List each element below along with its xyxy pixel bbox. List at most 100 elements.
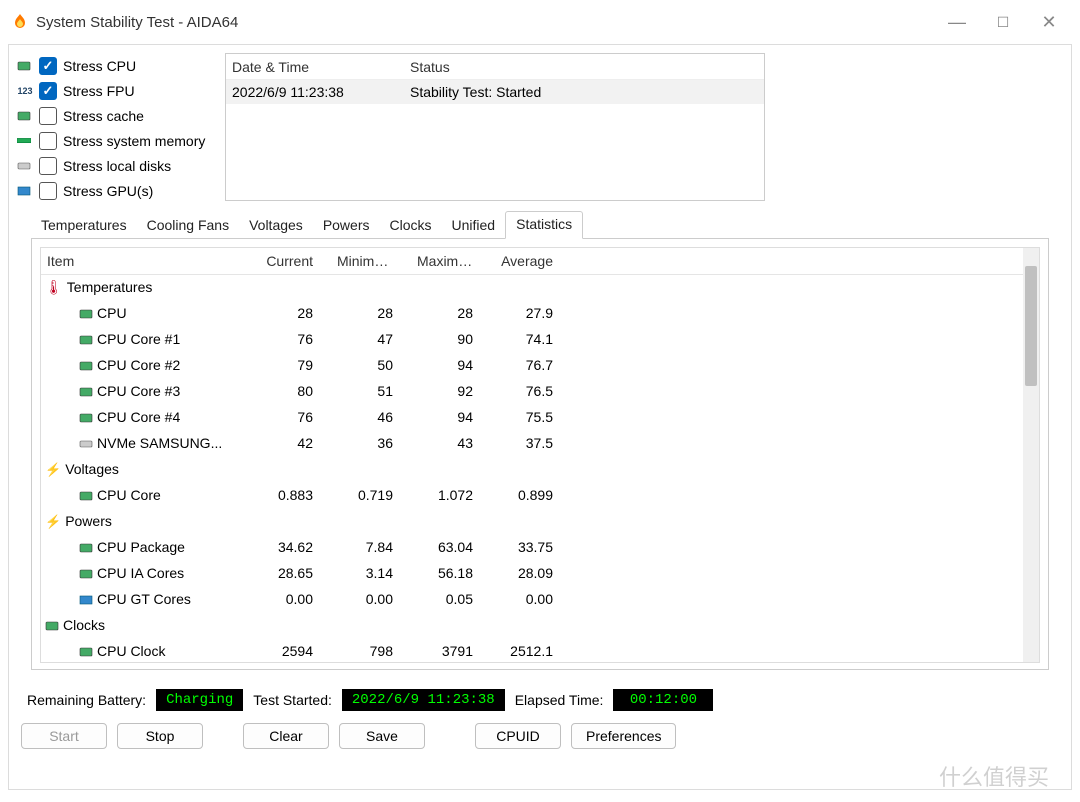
stats-row[interactable]: CPU Core 0.883 0.719 1.072 0.899: [41, 482, 1023, 508]
min-value: 51: [331, 378, 411, 404]
table-header-row: Item Current Minimum Maximu... Average: [41, 248, 1023, 274]
stats-row[interactable]: CPU 28 28 28 27.9: [41, 300, 1023, 326]
log-row[interactable]: 2022/6/9 11:23:38 Stability Test: Starte…: [226, 80, 764, 104]
stats-row[interactable]: CPU Package 34.62 7.84 63.04 33.75: [41, 534, 1023, 560]
tab-unified[interactable]: Unified: [442, 213, 506, 239]
stress-checkbox[interactable]: [39, 157, 57, 175]
current-value: 42: [251, 430, 331, 456]
chip-icon: [79, 539, 97, 555]
col-current[interactable]: Current: [251, 248, 331, 274]
vertical-scrollbar[interactable]: [1023, 248, 1039, 662]
tab-cooling-fans[interactable]: Cooling Fans: [137, 213, 240, 239]
stats-group-header[interactable]: Clocks: [41, 612, 1023, 638]
stress-option: Stress cache: [17, 103, 217, 128]
stress-label: Stress cache: [63, 108, 144, 124]
stats-group-header[interactable]: ⚡Voltages: [41, 456, 1023, 482]
clear-button[interactable]: Clear: [243, 723, 329, 749]
gpu-icon: [17, 184, 35, 198]
test-started-label: Test Started:: [253, 692, 332, 708]
close-button[interactable]: ✕: [1026, 6, 1072, 38]
min-value: 28: [331, 300, 411, 326]
chip-icon: [79, 383, 97, 399]
stats-row[interactable]: NVMe SAMSUNG... 42 36 43 37.5: [41, 430, 1023, 456]
stats-row[interactable]: CPU IA Cores 28.65 3.14 56.18 28.09: [41, 560, 1023, 586]
item-name: CPU Package: [97, 539, 185, 555]
tab-voltages[interactable]: Voltages: [239, 213, 313, 239]
item-name: CPU Clock: [97, 643, 165, 659]
stress-label: Stress FPU: [63, 83, 135, 99]
item-name: CPU GT Cores: [97, 591, 191, 607]
current-value: 0.00: [251, 586, 331, 612]
titlebar: System Stability Test - AIDA64 — ☐ ✕: [0, 0, 1080, 44]
current-value: 80: [251, 378, 331, 404]
chip-icon: [45, 617, 63, 633]
stress-checkbox[interactable]: [39, 182, 57, 200]
minimize-button[interactable]: —: [934, 6, 980, 38]
avg-value: 0.899: [491, 482, 571, 508]
max-value: 90: [411, 326, 491, 352]
window-title: System Stability Test - AIDA64: [36, 14, 238, 31]
thermometer-icon: 🌡: [45, 279, 63, 295]
preferences-button[interactable]: Preferences: [571, 723, 676, 749]
max-value: 94: [411, 404, 491, 430]
chip-icon: [79, 643, 97, 659]
stress-checkbox[interactable]: [39, 57, 57, 75]
max-value: 92: [411, 378, 491, 404]
stress-options-list: Stress CPU123 Stress FPU Stress cache St…: [17, 53, 217, 203]
col-item[interactable]: Item: [41, 248, 251, 274]
col-minimum[interactable]: Minimum: [331, 248, 411, 274]
stress-label: Stress GPU(s): [63, 183, 153, 199]
stop-button[interactable]: Stop: [117, 723, 203, 749]
col-average[interactable]: Average: [491, 248, 571, 274]
stress-checkbox[interactable]: [39, 132, 57, 150]
cpuid-button[interactable]: CPUID: [475, 723, 561, 749]
tab-temperatures[interactable]: Temperatures: [31, 213, 137, 239]
max-value: 3791: [411, 638, 491, 662]
stats-group-header[interactable]: 🌡Temperatures: [41, 274, 1023, 300]
disk-icon: [79, 435, 97, 451]
log-datetime: 2022/6/9 11:23:38: [226, 84, 404, 100]
ram-icon: [17, 134, 35, 148]
current-value: 0.883: [251, 482, 331, 508]
max-value: 0.05: [411, 586, 491, 612]
chip-icon: [79, 357, 97, 373]
bolt-icon: ⚡: [45, 514, 61, 529]
stress-checkbox[interactable]: [39, 82, 57, 100]
group-name: Voltages: [65, 461, 119, 477]
stats-row[interactable]: CPU Core #2 79 50 94 76.7: [41, 352, 1023, 378]
group-name: Temperatures: [67, 279, 153, 295]
avg-value: 75.5: [491, 404, 571, 430]
chip-icon: [17, 59, 35, 73]
battery-value: Charging: [156, 689, 243, 711]
item-name: CPU: [97, 305, 127, 321]
stats-row[interactable]: CPU Core #1 76 47 90 74.1: [41, 326, 1023, 352]
chip-icon: [17, 109, 35, 123]
elapsed-time-label: Elapsed Time:: [515, 692, 604, 708]
min-value: 0.719: [331, 482, 411, 508]
save-button[interactable]: Save: [339, 723, 425, 749]
stats-row[interactable]: CPU GT Cores 0.00 0.00 0.05 0.00: [41, 586, 1023, 612]
stress-checkbox[interactable]: [39, 107, 57, 125]
stats-row[interactable]: CPU Clock 2594 798 3791 2512.1: [41, 638, 1023, 662]
log-header-status[interactable]: Status: [404, 59, 764, 75]
log-header-datetime[interactable]: Date & Time: [226, 59, 404, 75]
stats-row[interactable]: CPU Core #4 76 46 94 75.5: [41, 404, 1023, 430]
col-maximum[interactable]: Maximu...: [411, 248, 491, 274]
scrollbar-thumb[interactable]: [1025, 266, 1037, 386]
chip-icon: [79, 565, 97, 581]
tab-statistics[interactable]: Statistics: [505, 211, 583, 239]
chip-icon: [79, 305, 97, 321]
avg-value: 76.7: [491, 352, 571, 378]
start-button[interactable]: Start: [21, 723, 107, 749]
stats-group-header[interactable]: ⚡Powers: [41, 508, 1023, 534]
stats-row[interactable]: CPU Core #3 80 51 92 76.5: [41, 378, 1023, 404]
maximize-button[interactable]: ☐: [980, 6, 1026, 38]
tab-powers[interactable]: Powers: [313, 213, 380, 239]
stress-label: Stress local disks: [63, 158, 171, 174]
current-value: 34.62: [251, 534, 331, 560]
item-name: CPU Core: [97, 487, 161, 503]
avg-value: 27.9: [491, 300, 571, 326]
elapsed-time-value: 00:12:00: [613, 689, 713, 711]
current-value: 28.65: [251, 560, 331, 586]
tab-clocks[interactable]: Clocks: [380, 213, 442, 239]
